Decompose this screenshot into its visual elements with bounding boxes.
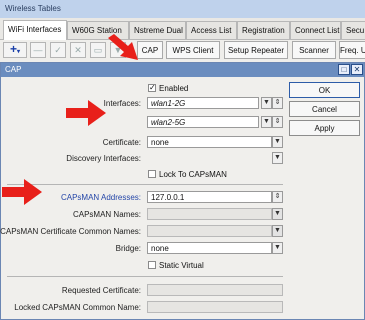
x-icon: ✕: [74, 45, 82, 55]
interface-field-2[interactable]: wlan2-5G: [147, 116, 259, 128]
requested-certificate-field: [147, 284, 283, 296]
enable-button[interactable]: ✓: [50, 42, 66, 58]
discovery-dropdown[interactable]: ▼: [272, 152, 283, 164]
cap-dialog: CAP □ ✕ ✓ Enabled Interfaces: wlan1-2G ▼…: [0, 62, 365, 320]
static-virtual-label: Static Virtual: [159, 261, 204, 270]
updown-icon: ⇕: [274, 118, 281, 125]
bridge-field[interactable]: none: [147, 242, 272, 254]
comment-icon: ▭: [93, 45, 103, 55]
capsman-names-label: CAPsMAN Names:: [72, 210, 141, 219]
interface-field-1[interactable]: wlan1-2G: [147, 97, 259, 109]
scanner-button[interactable]: Scanner: [292, 41, 336, 59]
lock-to-capsman-checkbox[interactable]: [148, 170, 156, 178]
chevron-down-icon: ▼: [274, 138, 281, 145]
red-arrow-capsman-icon: [2, 179, 42, 205]
certificate-label: Certificate:: [102, 138, 141, 147]
capsman-addresses-label: CAPsMAN Addresses:: [60, 193, 141, 202]
close-icon: ✕: [353, 65, 361, 74]
certificate-dropdown[interactable]: ▼: [272, 136, 283, 148]
plus-icon: +: [9, 42, 17, 56]
capsman-addresses-field[interactable]: 127.0.0.1: [147, 191, 272, 203]
requested-certificate-label: Requested Certificate:: [61, 286, 141, 295]
updown-icon: ⇕: [274, 99, 281, 106]
chevron-down-icon: ▼: [263, 118, 270, 125]
red-arrow-cap-icon: [108, 34, 138, 60]
tab-registration[interactable]: Registration: [237, 21, 290, 39]
separator: [7, 276, 283, 277]
chevron-down-icon: ▼: [274, 154, 281, 161]
setup-repeater-button[interactable]: Setup Repeater: [224, 41, 288, 59]
interface-1-dropdown[interactable]: ▼: [261, 97, 272, 109]
locked-capsman-field: [147, 301, 283, 313]
interface-2-dropdown[interactable]: ▼: [261, 116, 272, 128]
close-button[interactable]: ✕: [351, 64, 363, 75]
capsman-addresses-updown[interactable]: ⇕: [272, 191, 283, 203]
check-icon: ✓: [54, 45, 62, 55]
remove-button[interactable]: —: [30, 42, 46, 58]
chevron-down-icon: ▼: [263, 99, 270, 106]
comment-button[interactable]: ▭: [90, 42, 106, 58]
bridge-label: Bridge:: [115, 244, 141, 253]
dialog-title: CAP: [1, 63, 364, 77]
toolbar: +▾ — ✓ ✕ ▭ ▼ CAP WPS Client Setup Repeat…: [0, 40, 365, 62]
restore-button[interactable]: □: [338, 64, 350, 75]
tab-wifi-interfaces[interactable]: WiFi Interfaces: [3, 20, 67, 40]
bridge-dropdown[interactable]: ▼: [272, 242, 283, 254]
capsman-names-field[interactable]: [147, 208, 272, 220]
capsman-cert-names-dropdown[interactable]: ▼: [272, 225, 283, 237]
red-arrow-interfaces-icon: [66, 100, 106, 126]
window-title: Wireless Tables: [0, 0, 365, 18]
interface-1-updown[interactable]: ⇕: [272, 97, 283, 109]
minus-icon: —: [33, 45, 43, 55]
tab-security[interactable]: Secu: [341, 21, 365, 39]
locked-capsman-label: Locked CAPsMAN Common Name:: [14, 303, 141, 312]
freq-usage-button[interactable]: Freq. U: [339, 41, 365, 59]
discovery-interfaces-label: Discovery Interfaces:: [66, 154, 141, 163]
tab-connect-list[interactable]: Connect List: [290, 21, 341, 39]
cancel-button[interactable]: Cancel: [289, 101, 360, 117]
interface-2-updown[interactable]: ⇕: [272, 116, 283, 128]
capsman-names-dropdown[interactable]: ▼: [272, 208, 283, 220]
updown-icon: ⇕: [274, 193, 281, 200]
separator: [7, 184, 283, 185]
static-virtual-checkbox[interactable]: [148, 261, 156, 269]
enabled-checkbox[interactable]: ✓: [148, 84, 156, 92]
chevron-down-icon: ▼: [274, 210, 281, 217]
ok-button[interactable]: OK: [289, 82, 360, 98]
lock-to-capsman-label: Lock To CAPsMAN: [159, 170, 227, 179]
certificate-field[interactable]: none: [147, 136, 272, 148]
restore-icon: □: [341, 65, 347, 74]
disable-button[interactable]: ✕: [70, 42, 86, 58]
enabled-label: Enabled: [159, 84, 189, 93]
dropdown-arrow-icon: ▾: [17, 49, 21, 55]
add-button[interactable]: +▾: [3, 42, 27, 58]
tab-access-list[interactable]: Access List: [186, 21, 237, 39]
capsman-cert-names-label: CAPsMAN Certificate Common Names:: [0, 227, 141, 236]
capsman-cert-names-field[interactable]: [147, 225, 272, 237]
chevron-down-icon: ▼: [274, 227, 281, 234]
apply-button[interactable]: Apply: [289, 120, 360, 136]
wps-client-button[interactable]: WPS Client: [166, 41, 220, 59]
interfaces-label: Interfaces:: [103, 99, 141, 108]
chevron-down-icon: ▼: [274, 244, 281, 251]
tab-bar: WiFi Interfaces W60G Station Nstreme Dua…: [0, 18, 365, 40]
